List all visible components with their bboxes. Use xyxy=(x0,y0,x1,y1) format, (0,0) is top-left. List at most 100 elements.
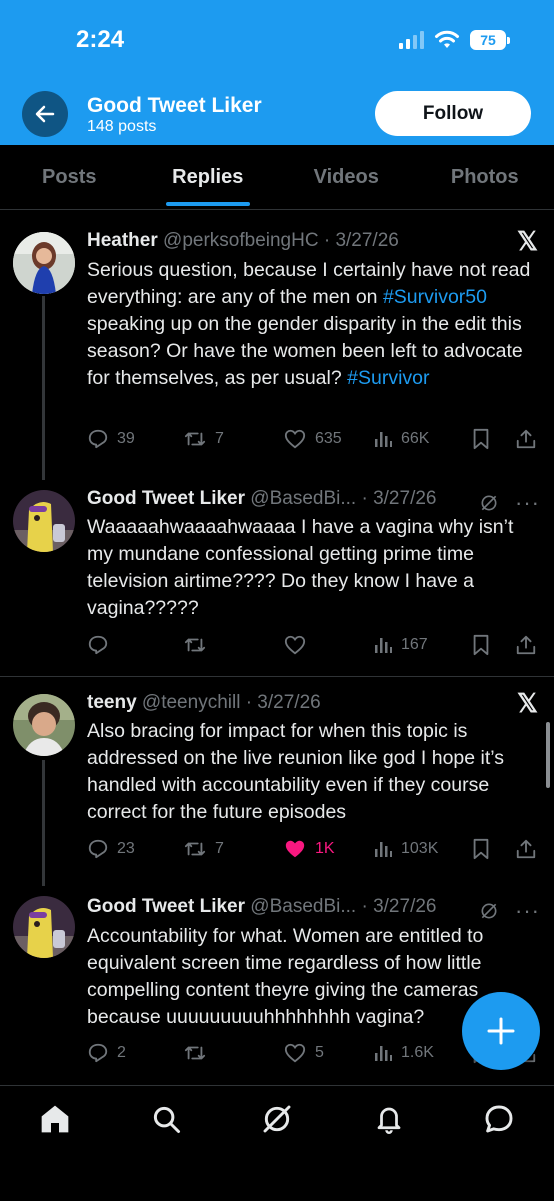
profile-header-banner: 2:24 75 Good Tweet Liker 148 posts Follo… xyxy=(0,0,554,145)
tweet-text[interactable]: Waaaaahwaaaahwaaaa I have a vagina why i… xyxy=(87,514,537,622)
like-button[interactable]: 5 xyxy=(283,1042,373,1064)
compose-button[interactable] xyxy=(462,992,540,1070)
notifications-icon xyxy=(374,1104,404,1134)
tweet-text[interactable]: Also bracing for impact for when this to… xyxy=(87,718,537,826)
author-name[interactable]: Good Tweet Liker xyxy=(87,896,245,917)
tweet-header: Heather @perksofbeingHC · 3/27/26 xyxy=(87,230,399,252)
reply-button[interactable]: 39 xyxy=(87,428,183,450)
reply-icon xyxy=(87,634,109,656)
share-button[interactable] xyxy=(515,634,537,656)
tweet-actions: 167 xyxy=(87,634,539,656)
nav-grok[interactable] xyxy=(260,1102,294,1136)
bookmark-icon xyxy=(471,428,491,450)
bottom-nav xyxy=(0,1085,554,1201)
divider xyxy=(0,676,554,677)
messages-icon xyxy=(483,1103,515,1135)
heart-icon xyxy=(283,428,307,450)
tweet-header: Good Tweet Liker @BasedBi... · 3/27/26 xyxy=(87,896,436,918)
repost-icon xyxy=(183,838,207,860)
reply-button[interactable]: 23 xyxy=(87,838,183,860)
nav-notifications[interactable] xyxy=(372,1102,406,1136)
wifi-icon xyxy=(434,30,460,50)
reply-button[interactable] xyxy=(87,634,183,656)
heart-icon xyxy=(283,634,307,656)
hashtag-link[interactable]: #Survivor xyxy=(347,367,429,389)
status-icons: 75 xyxy=(399,30,506,50)
hashtag-link[interactable]: #Survivor50 xyxy=(383,286,487,308)
author-handle[interactable]: @BasedBi... xyxy=(250,488,356,509)
avatar[interactable] xyxy=(13,694,75,756)
views-icon xyxy=(373,429,393,449)
repost-icon xyxy=(183,428,207,450)
author-handle[interactable]: @perksofbeingHC xyxy=(163,230,319,251)
more-options-icon[interactable]: ··· xyxy=(515,898,540,924)
author-name[interactable]: teeny xyxy=(87,692,137,713)
profile-name: Good Tweet Liker xyxy=(87,94,262,118)
avatar[interactable] xyxy=(13,490,75,552)
avatar[interactable] xyxy=(13,232,75,294)
tweet-date: · 3/27/26 xyxy=(246,692,321,713)
tweet-header: Good Tweet Liker @BasedBi... · 3/27/26 xyxy=(87,488,436,510)
tweet-date: · 3/27/26 xyxy=(361,488,436,509)
follow-button[interactable]: Follow xyxy=(375,91,531,136)
home-icon xyxy=(39,1103,71,1135)
active-tab-indicator xyxy=(166,202,250,206)
bookmark-button[interactable] xyxy=(471,838,515,860)
share-button[interactable] xyxy=(515,428,537,450)
share-icon xyxy=(515,428,537,450)
nav-home[interactable] xyxy=(38,1102,72,1136)
share-icon xyxy=(515,838,537,860)
bookmark-icon xyxy=(471,634,491,656)
avatar[interactable] xyxy=(13,896,75,958)
like-button[interactable] xyxy=(283,634,373,656)
back-button[interactable] xyxy=(22,91,68,137)
like-button[interactable]: 1K xyxy=(283,838,373,860)
thread-connector xyxy=(42,296,45,480)
author-handle[interactable]: @BasedBi... xyxy=(250,896,356,917)
views-button[interactable]: 66K xyxy=(373,429,471,449)
author-name[interactable]: Good Tweet Liker xyxy=(87,488,245,509)
repost-button[interactable]: 7 xyxy=(183,838,283,860)
tab-videos[interactable]: Videos xyxy=(277,145,416,209)
tab-replies[interactable]: Replies xyxy=(139,145,278,209)
views-button[interactable]: 103K xyxy=(373,839,471,859)
more-options-icon[interactable]: ··· xyxy=(515,490,540,516)
author-handle[interactable]: @teenychill xyxy=(142,692,241,713)
scrollbar[interactable] xyxy=(546,722,550,788)
arrow-left-icon xyxy=(33,102,57,126)
reply-button[interactable]: 2 xyxy=(87,1042,183,1064)
post-count: 148 posts xyxy=(87,118,156,136)
nav-search[interactable] xyxy=(149,1102,183,1136)
reply-icon xyxy=(87,1042,109,1064)
share-icon xyxy=(515,634,537,656)
cellular-signal-icon xyxy=(399,31,424,49)
reply-icon xyxy=(87,838,109,860)
tweet-text[interactable]: Serious question, because I certainly ha… xyxy=(87,257,537,392)
views-button[interactable]: 167 xyxy=(373,635,471,655)
battery-icon: 75 xyxy=(470,30,506,50)
bookmark-icon xyxy=(471,838,491,860)
views-icon xyxy=(373,839,393,859)
tab-posts[interactable]: Posts xyxy=(0,145,139,209)
grok-icon[interactable] xyxy=(479,493,499,513)
repost-icon xyxy=(183,634,207,656)
repost-button[interactable] xyxy=(183,1042,283,1064)
x-logo-icon: 𝕏 xyxy=(517,226,538,257)
author-name[interactable]: Heather xyxy=(87,230,158,251)
thread-connector xyxy=(42,760,45,886)
views-icon xyxy=(373,1043,393,1063)
grok-icon[interactable] xyxy=(479,901,499,921)
share-button[interactable] xyxy=(515,838,537,860)
x-logo-icon: 𝕏 xyxy=(517,688,538,719)
views-button[interactable]: 1.6K xyxy=(373,1043,471,1063)
repost-icon xyxy=(183,1042,207,1064)
bookmark-button[interactable] xyxy=(471,634,515,656)
tab-photos[interactable]: Photos xyxy=(416,145,554,209)
like-button[interactable]: 635 xyxy=(283,428,373,450)
repost-button[interactable] xyxy=(183,634,283,656)
reply-icon xyxy=(87,428,109,450)
nav-messages[interactable] xyxy=(482,1102,516,1136)
bookmark-button[interactable] xyxy=(471,428,515,450)
tweet-date: · 3/27/26 xyxy=(324,230,399,251)
repost-button[interactable]: 7 xyxy=(183,428,283,450)
